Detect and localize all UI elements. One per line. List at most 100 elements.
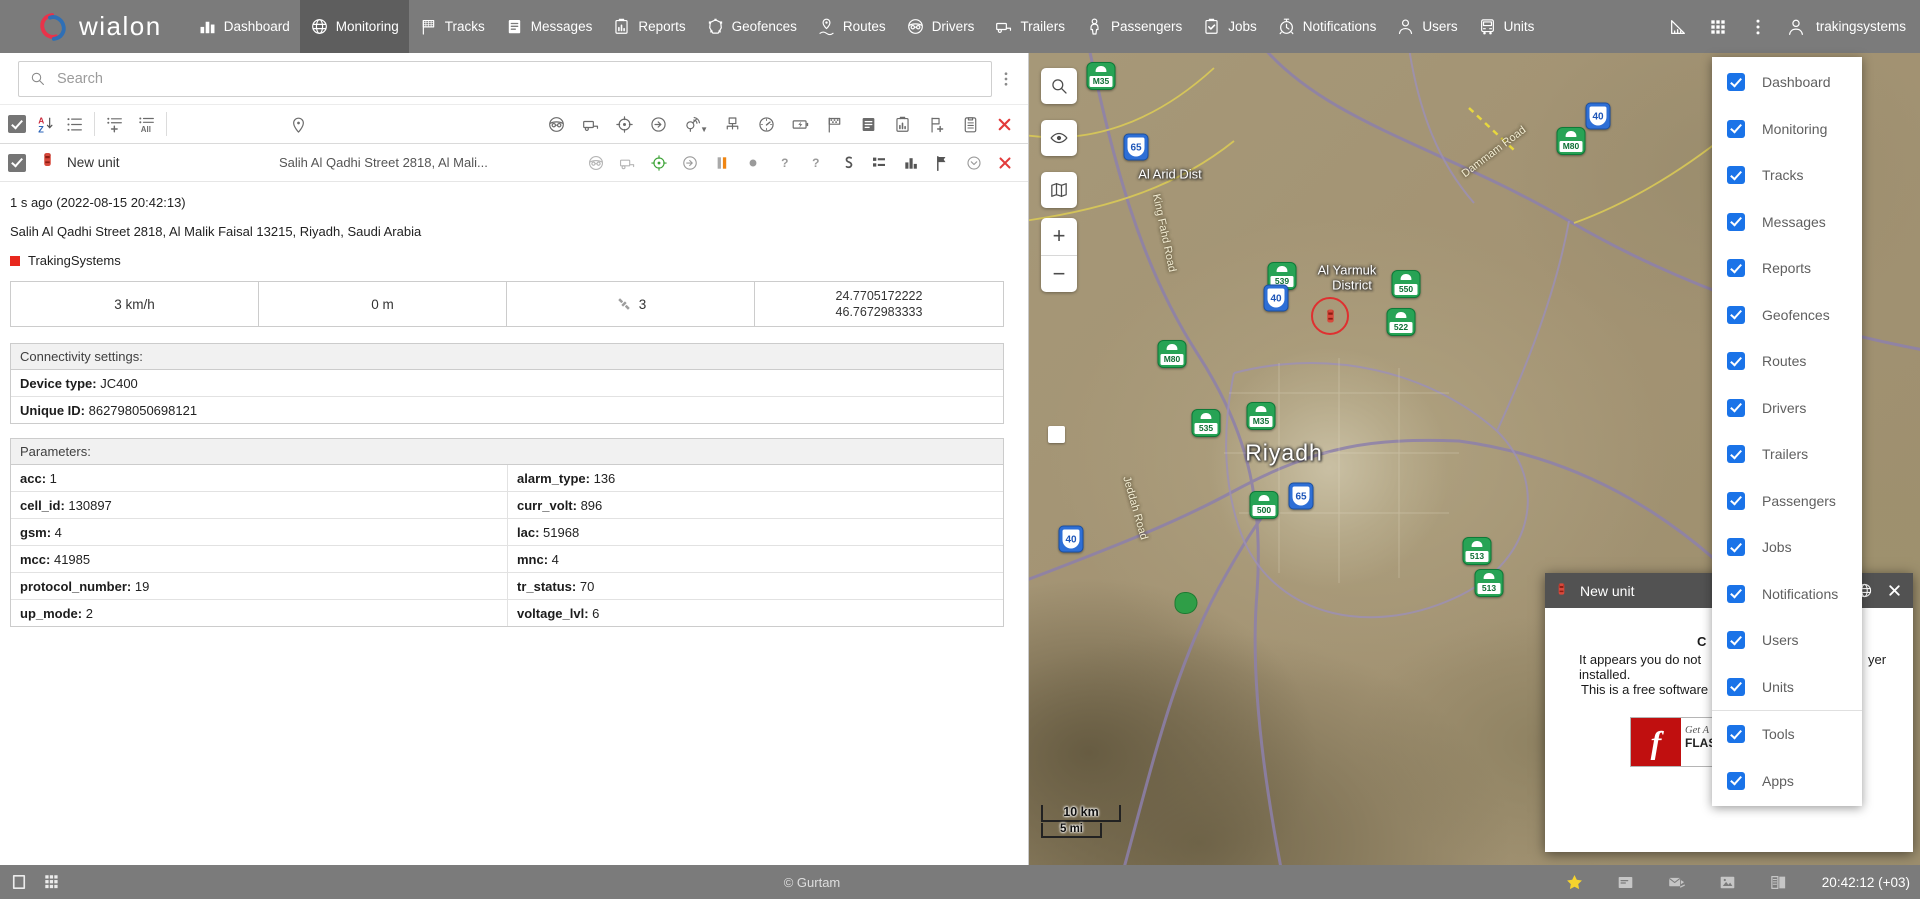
unit-motion-icon[interactable]	[681, 154, 699, 172]
checkbox-checked[interactable]	[1727, 772, 1745, 790]
search-input[interactable]	[55, 70, 981, 88]
footer-window-icon[interactable]	[10, 873, 28, 891]
footer-gallery-icon[interactable]	[1718, 873, 1737, 892]
nav-messages[interactable]: Messages	[495, 0, 603, 53]
dropdown-item-reports[interactable]: Reports	[1712, 245, 1862, 292]
dropdown-item-tracks[interactable]: Tracks	[1712, 152, 1862, 199]
dropdown-item-notifications[interactable]: Notifications	[1712, 571, 1862, 618]
unit-remove-icon[interactable]	[996, 154, 1014, 172]
checkbox-checked[interactable]	[1727, 166, 1745, 184]
map-route-marker-550[interactable]: 550	[1392, 270, 1421, 298]
nav-trailers[interactable]: Trailers	[984, 0, 1075, 53]
toolbar-messages-filter-button[interactable]	[859, 115, 878, 134]
toolbar-motion-state-button[interactable]	[649, 115, 668, 134]
nav-routes[interactable]: Routes	[807, 0, 896, 53]
dropdown-item-passengers[interactable]: Passengers	[1712, 478, 1862, 525]
show-all-button[interactable]: All	[137, 115, 156, 134]
list-view-button[interactable]	[65, 115, 84, 134]
dropdown-item-messages[interactable]: Messages	[1712, 199, 1862, 246]
dropdown-item-units[interactable]: Units	[1712, 664, 1862, 711]
unit-properties-icon[interactable]	[870, 154, 888, 172]
footer-apps-grid-icon[interactable]	[42, 873, 60, 891]
unit-signal-bars-icon[interactable]	[713, 154, 731, 172]
nav-notifications[interactable]: Notifications	[1267, 0, 1387, 53]
footer-notes-icon[interactable]	[1616, 873, 1635, 892]
nav-tool-measure[interactable]	[1658, 0, 1698, 53]
dropdown-item-routes[interactable]: Routes	[1712, 338, 1862, 385]
account-menu[interactable]: trakingsystems	[1778, 17, 1920, 37]
checkbox-checked[interactable]	[1727, 725, 1745, 743]
select-all-checkbox[interactable]	[8, 115, 26, 133]
checkbox-checked[interactable]	[1727, 678, 1745, 696]
checkbox-checked[interactable]	[1727, 445, 1745, 463]
unit-list-row[interactable]: New unit Salih Al Qadhi Street 2818, Al …	[0, 144, 1028, 182]
zoom-in-button[interactable]: +	[1041, 218, 1077, 256]
toolbar-driver-filter-button[interactable]	[547, 115, 566, 134]
search-options-kebab[interactable]	[992, 70, 1020, 88]
unit-sensor-unknown-2-icon[interactable]: ?	[807, 154, 825, 172]
toolbar-speed-button[interactable]	[757, 115, 776, 134]
unit-position-marker[interactable]	[1311, 297, 1349, 335]
map-mini-control[interactable]	[1048, 426, 1065, 443]
dropdown-item-users[interactable]: Users	[1712, 617, 1862, 664]
checkbox-checked[interactable]	[1727, 631, 1745, 649]
checkbox-checked[interactable]	[1727, 306, 1745, 324]
checkbox-checked[interactable]	[1727, 120, 1745, 138]
dropdown-item-dashboard[interactable]: Dashboard	[1712, 59, 1862, 106]
dropdown-item-geofences[interactable]: Geofences	[1712, 292, 1862, 339]
toolbar-satellite-signal-button[interactable]: ▼	[683, 115, 708, 134]
add-to-list-button[interactable]	[105, 115, 124, 134]
dropdown-item-tools[interactable]: Tools	[1712, 711, 1862, 758]
checkbox-checked[interactable]	[1727, 352, 1745, 370]
map-visibility-button[interactable]	[1041, 120, 1077, 156]
map-search-button[interactable]	[1041, 68, 1077, 104]
unit-events-icon[interactable]	[933, 154, 951, 172]
unit-name[interactable]: New unit	[67, 155, 279, 170]
sort-az-button[interactable]: AZ	[37, 115, 56, 134]
toolbar-connection-state-button[interactable]	[723, 115, 742, 134]
checkbox-checked[interactable]	[1727, 585, 1745, 603]
map-route-marker-522[interactable]: 522	[1387, 308, 1416, 336]
nav-users[interactable]: Users	[1386, 0, 1467, 53]
dropdown-item-jobs[interactable]: Jobs	[1712, 524, 1862, 571]
nav-monitoring[interactable]: Monitoring	[300, 0, 409, 53]
toolbar-reports-filter-button[interactable]	[893, 115, 912, 134]
unit-driver-icon[interactable]	[587, 154, 605, 172]
nav-tool-more[interactable]	[1738, 0, 1778, 53]
dropdown-item-drivers[interactable]: Drivers	[1712, 385, 1862, 432]
map-highway-shield-40[interactable]: 40	[1059, 526, 1084, 553]
toolbar-trips-button[interactable]	[825, 115, 844, 134]
map-route-marker-500[interactable]: 500	[1250, 491, 1279, 519]
checkbox-checked[interactable]	[1727, 399, 1745, 417]
nav-tool-apps[interactable]	[1698, 0, 1738, 53]
unit-statistics-icon[interactable]	[902, 154, 920, 172]
map-layers-button[interactable]	[1041, 172, 1077, 208]
unit-sensor-unknown-1-icon[interactable]: ?	[776, 154, 794, 172]
map-highway-shield-65[interactable]: 65	[1124, 134, 1149, 161]
unit-expand-icon[interactable]	[965, 154, 983, 172]
footer-favorites-icon[interactable]	[1565, 873, 1584, 892]
toolbar-location-target-button[interactable]	[615, 115, 634, 134]
toolbar-notes-button[interactable]	[961, 115, 980, 134]
map-route-marker-m35[interactable]: M35	[1087, 62, 1116, 90]
footer-layout-icon[interactable]	[1769, 873, 1788, 892]
map-route-marker-m80[interactable]: M80	[1557, 127, 1586, 155]
nav-tracks[interactable]: Tracks	[409, 0, 495, 53]
toolbar-battery-state-button[interactable]	[791, 115, 810, 134]
address-column-pin-icon[interactable]	[289, 115, 308, 134]
popup-close-icon[interactable]	[1886, 582, 1903, 599]
dropdown-item-trailers[interactable]: Trailers	[1712, 431, 1862, 478]
toolbar-trailer-filter-button[interactable]	[581, 115, 600, 134]
map-route-marker-513[interactable]: 513	[1463, 537, 1492, 565]
toolbar-geofence-flag-button[interactable]	[927, 115, 946, 134]
nav-units[interactable]: Units	[1468, 0, 1545, 53]
dropdown-item-monitoring[interactable]: Monitoring	[1712, 106, 1862, 153]
map-route-marker-535[interactable]: 535	[1192, 409, 1221, 437]
unit-locate-icon[interactable]	[650, 154, 668, 172]
wialon-logo[interactable]: wialon	[0, 10, 188, 44]
map-route-marker-m35[interactable]: M35	[1247, 402, 1276, 430]
unit-trailer-icon[interactable]	[618, 154, 636, 172]
unit-checkbox[interactable]	[8, 154, 26, 172]
checkbox-checked[interactable]	[1727, 73, 1745, 91]
toolbar-clear-list-button[interactable]	[995, 115, 1014, 134]
